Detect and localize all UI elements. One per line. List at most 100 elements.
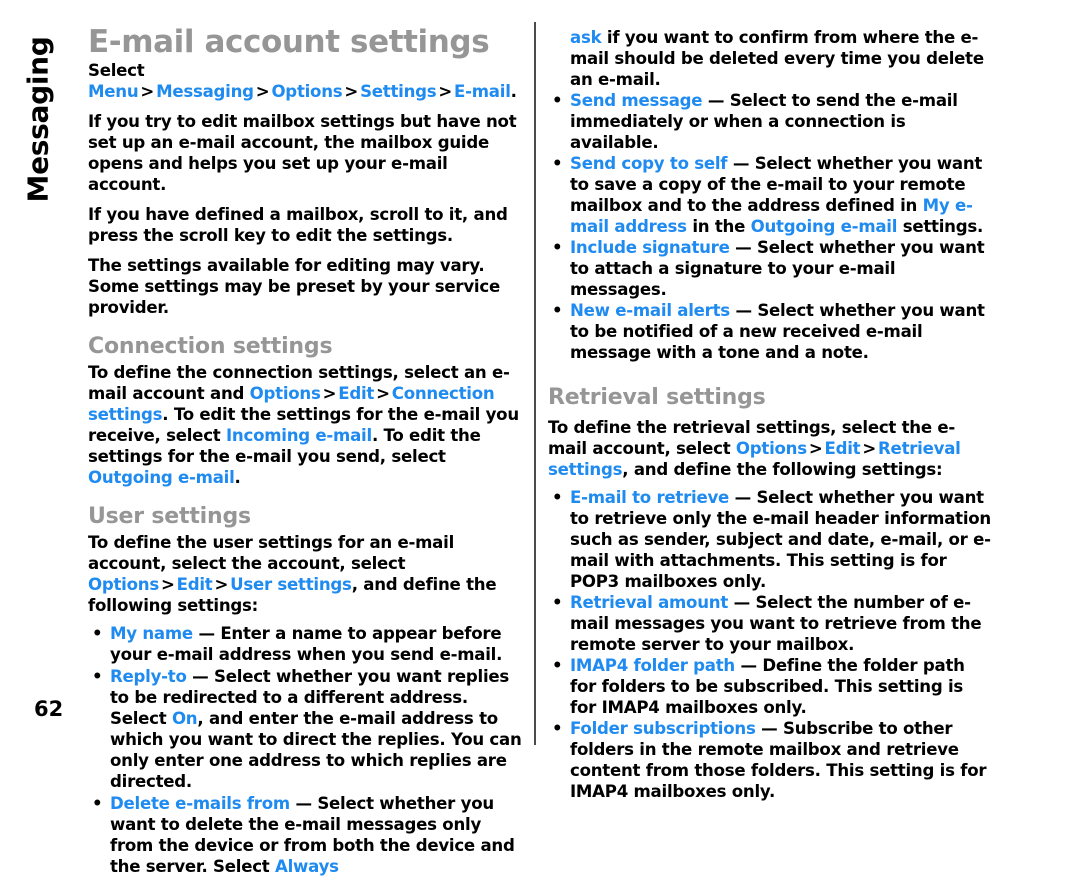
retr-body-2: , and define the following settings: [622,459,943,479]
paragraph-settings-vary: The settings available for editing may v… [88,255,500,317]
section-title-connection-settings: Connection settings [88,333,333,359]
retrieval-settings-bullet-list: • E-mail to retrieve — Select whether yo… [548,488,992,803]
kw-incoming-email: Incoming e-mail [226,425,372,445]
intro-lead: Select [88,60,145,80]
list-item: • New e-mail alerts — Select whether you… [548,301,992,364]
bullet-text-end: settings. [897,216,984,236]
term-retrieval-amount: Retrieval amount [570,592,729,612]
kw-on: On [171,708,198,728]
bullet-icon: • [552,655,563,675]
kw-options: Options [271,81,343,101]
kw-email: E-mail [454,81,511,101]
list-item: • My name — Enter a name to appear befor… [88,624,524,666]
chevron-icon: > [140,81,155,101]
kw-edit: Edit [176,574,213,594]
kw-options: Options [249,383,321,403]
conn-body-4: . [234,467,241,487]
em-dash: — [734,487,752,507]
section-title-retrieval-settings: Retrieval settings [548,384,766,410]
term-folder-subscriptions: Folder subscriptions [570,718,756,738]
term-my-name: My name [110,623,193,643]
paragraph-defined-mailbox: If you have defined a mailbox, scroll to… [88,204,508,245]
chevron-icon: > [214,574,229,594]
chevron-icon: > [255,81,270,101]
kw-options: Options [735,438,807,458]
kw-user-settings: User settings [230,574,352,594]
em-dash: — [732,153,750,173]
kw-outgoing-email: Outgoing e-mail [88,467,235,487]
list-item: • Folder subscriptions — Subscribe to ot… [548,719,992,803]
bullet-text-cont: in the [686,216,751,236]
term-include-signature: Include signature [570,237,730,257]
side-tab-label: Messaging [21,36,55,203]
right-column: ask if you want to confirm from where th… [548,0,992,803]
kw-options: Options [88,574,159,594]
chevron-icon: > [438,81,453,101]
paragraph-retrieval-settings: To define the retrieval settings, select… [548,412,992,481]
side-tab: Messaging [0,0,86,240]
section-title-user-settings: User settings [88,503,251,529]
kw-settings: Settings [360,81,437,101]
list-item: • E-mail to retrieve — Select whether yo… [548,488,992,593]
bullet-icon: • [552,592,563,612]
kw-outgoing-email: Outgoing e-mail [750,216,898,236]
intro-trailing: . [510,81,517,101]
list-item: • Include signature — Select whether you… [548,238,992,301]
kw-always: Always [275,856,339,876]
chevron-icon: > [376,383,390,403]
left-column: E-mail account settings Select Menu > Mess… [88,0,524,878]
intro-select-path: Select Menu > Messaging > Options > Settings > E… [88,59,524,103]
list-item: • Delete e-mails from — Select whether y… [88,794,524,878]
em-dash: — [761,718,778,738]
chevron-icon: > [808,438,823,458]
list-item: • Send copy to self — Select whether you… [548,154,992,238]
term-send-copy-to-self: Send copy to self [570,153,728,173]
kw-edit: Edit [824,438,861,458]
em-dash: — [198,623,215,643]
list-item: • Reply-to — Select whether you want rep… [88,667,524,793]
kw-edit: Edit [338,383,375,403]
kw-ask: ask [570,28,602,47]
user-body-1: To define the user settings for an e-mai… [88,532,455,573]
em-dash: — [295,793,312,813]
term-reply-to: Reply-to [110,666,187,686]
bullet-icon: • [552,153,563,173]
continuation-paragraph: ask if you want to confirm from where th… [548,0,992,91]
chevron-icon: > [160,574,175,594]
em-dash: — [735,237,752,257]
bullet-icon: • [552,718,563,738]
term-delete-emails-from: Delete e-mails from [110,793,290,813]
term-email-to-retrieve: E-mail to retrieve [570,487,730,507]
page-number: 62 [34,697,64,721]
bullet-icon: • [92,793,103,813]
sending-settings-bullet-list: • Send message — Select to send the e-ma… [548,91,992,364]
list-item: • IMAP4 folder path — Define the folder … [548,656,992,719]
paragraph-mailbox-guide: If you try to edit mailbox settings but … [88,111,517,194]
em-dash: — [192,666,209,686]
chevron-icon: > [862,438,877,458]
term-new-email-alerts: New e-mail alerts [570,300,730,320]
em-dash: — [735,300,752,320]
chevron-icon: > [344,81,359,101]
bullet-icon: • [552,237,563,257]
chevron-icon: > [322,383,337,403]
em-dash: — [733,592,751,612]
list-item: • Send message — Select to send the e-ma… [548,91,992,154]
column-divider [534,22,536,745]
bullet-icon: • [552,300,563,320]
em-dash: — [707,90,725,110]
bullet-icon: • [552,487,563,507]
continuation-text: if you want to confirm from where the e-… [570,28,984,89]
bullet-icon: • [92,623,103,643]
paragraph-connection-settings: To define the connection settings, selec… [88,361,524,489]
term-imap4-folder-path: IMAP4 folder path [570,655,735,675]
em-dash: — [740,655,758,675]
term-send-message: Send message [570,90,703,110]
bullet-icon: • [92,666,103,686]
kw-menu: Menu [88,81,139,101]
list-item: • Retrieval amount — Select the number o… [548,593,992,656]
paragraph-user-settings: To define the user settings for an e-mai… [88,531,524,617]
bullet-icon: • [552,90,563,110]
kw-messaging: Messaging [156,81,254,101]
user-settings-bullet-list: • My name — Enter a name to appear befor… [88,624,524,878]
